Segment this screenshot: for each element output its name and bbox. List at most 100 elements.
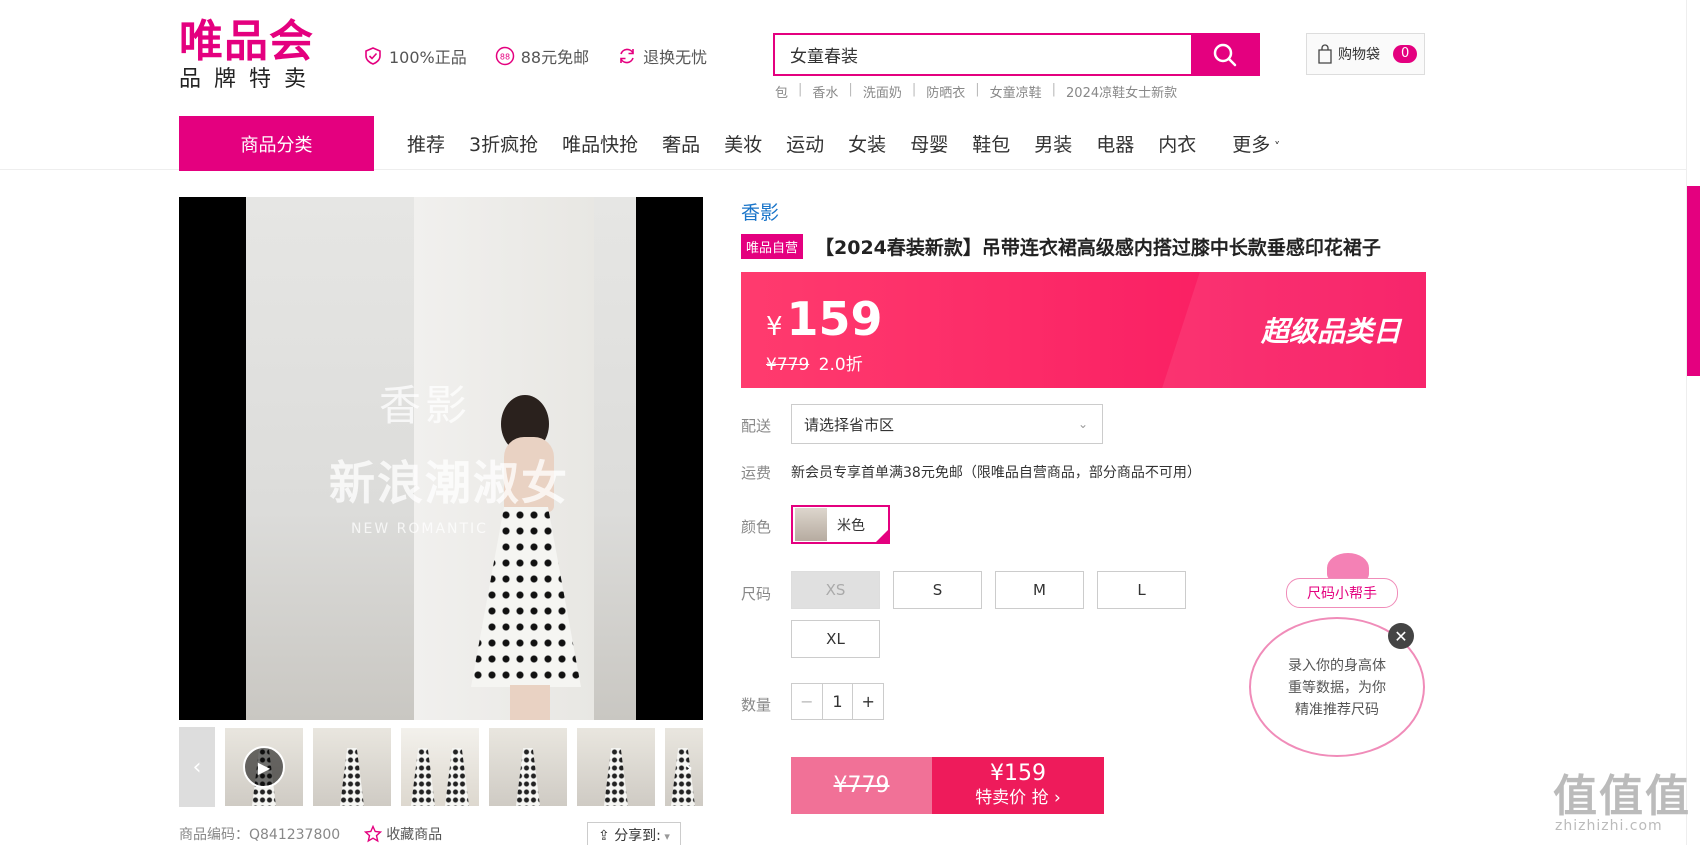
buy-price: ¥159 xyxy=(990,760,1046,786)
nav-item-flash-30[interactable]: 3折疯抢 xyxy=(469,130,538,157)
shopping-bag-icon xyxy=(1318,44,1332,64)
promise-free-shipping[interactable]: 88 88元免邮 xyxy=(495,44,589,68)
chevron-right-icon[interactable]: › xyxy=(684,756,693,781)
thumbnail-strip: ‹ ▶ › xyxy=(179,727,703,807)
share-dropdown[interactable]: ⇪ 分享到: ▾ xyxy=(587,822,681,845)
thumb-dress xyxy=(411,748,435,806)
nav-item-underwear[interactable]: 内衣 xyxy=(1158,130,1196,157)
price-banner: ¥ 159 ¥779 2.0折 超级品类日 xyxy=(741,272,1426,388)
size-helper-text-line: 录入你的身高体 xyxy=(1288,658,1386,674)
search-icon xyxy=(1213,43,1236,66)
freight-label: 运费 xyxy=(741,464,772,482)
nav-item-quick-grab[interactable]: 唯品快抢 xyxy=(562,130,638,157)
size-option-m[interactable]: M xyxy=(995,571,1084,609)
hot-word[interactable]: 洗面奶 xyxy=(863,82,902,101)
quantity-value[interactable]: 1 xyxy=(823,684,853,719)
buy-now-button[interactable]: ¥159 特卖价 抢 › xyxy=(932,757,1104,814)
size-option-s[interactable]: S xyxy=(893,571,982,609)
nav-item-sports[interactable]: 运动 xyxy=(786,130,824,157)
buy-original-price-text: ¥779 xyxy=(833,773,890,798)
nav-item-recommend[interactable]: 推荐 xyxy=(407,130,445,157)
search-box xyxy=(773,33,1260,76)
thumbnail[interactable] xyxy=(577,728,655,806)
size-helper-text-line: 精准推荐尺码 xyxy=(1295,702,1379,718)
price-value: 159 xyxy=(786,292,883,346)
search-button[interactable] xyxy=(1191,35,1258,74)
chevron-down-icon: ˅ xyxy=(1270,140,1281,154)
svg-text:88: 88 xyxy=(500,53,510,62)
self-operated-badge: 唯品自营 xyxy=(741,234,804,259)
product-title: 【2024春装新款】吊带连衣裙高级感内搭过膝中长款垂感印花裙子 xyxy=(815,237,1381,259)
size-helper-button[interactable]: 尺码小帮手 xyxy=(1286,578,1398,608)
sidebar-cart-tab[interactable] xyxy=(1687,186,1700,376)
thumbnail[interactable] xyxy=(489,728,567,806)
thumbnail[interactable] xyxy=(313,728,391,806)
hot-word[interactable]: 香水 xyxy=(812,82,838,101)
region-select-value: 请选择省市区 xyxy=(804,415,895,434)
hot-word[interactable]: 女童凉鞋 xyxy=(990,82,1042,101)
thumbnail-video[interactable]: ▶ xyxy=(225,728,303,806)
star-icon xyxy=(364,825,383,843)
brand-link[interactable]: 香影 xyxy=(741,198,779,225)
hot-word[interactable]: 防晒衣 xyxy=(926,82,965,101)
nav-items: 推荐 3折疯抢 唯品快抢 奢品 美妆 运动 女装 母婴 鞋包 男装 电器 内衣 … xyxy=(407,130,1304,157)
share-icon: ⇪ xyxy=(598,828,615,844)
nav-item-shoes-bags[interactable]: 鞋包 xyxy=(972,130,1010,157)
hot-word[interactable]: 包 xyxy=(775,82,788,101)
favorite-button[interactable]: 收藏商品 xyxy=(364,824,442,844)
image-watermark-english: NEW ROMANTIC xyxy=(351,521,488,537)
logo-sub-text: 品牌特卖 xyxy=(179,67,320,92)
chevron-down-icon: ▾ xyxy=(660,830,670,843)
nav-item-men[interactable]: 男装 xyxy=(1034,130,1072,157)
color-swatch xyxy=(795,508,827,541)
nav-item-women[interactable]: 女装 xyxy=(848,130,886,157)
quantity-decrease-button[interactable]: − xyxy=(792,684,823,719)
cart-label: 购物袋 xyxy=(1338,47,1380,63)
promise-authentic[interactable]: 100%正品 xyxy=(363,44,467,68)
hot-word[interactable]: 2024凉鞋女士新款 xyxy=(1066,82,1177,101)
currency-symbol: ¥ xyxy=(766,312,783,342)
chevron-right-icon: › xyxy=(1048,787,1061,808)
chevron-down-icon: ⌄ xyxy=(1077,417,1088,431)
category-menu-button[interactable]: 商品分类 xyxy=(179,116,374,171)
nav-item-baby[interactable]: 母婴 xyxy=(910,130,948,157)
size-label: 尺码 xyxy=(741,585,772,603)
favorite-label: 收藏商品 xyxy=(386,827,443,843)
size-option-l[interactable]: L xyxy=(1097,571,1186,609)
region-select[interactable]: 请选择省市区 ⌄ xyxy=(791,404,1103,444)
buy-original-price: ¥779 xyxy=(791,757,932,814)
thumb-dress xyxy=(340,748,364,806)
main-product-image[interactable]: 香影 新浪潮淑女 NEW ROMANTIC xyxy=(179,197,703,720)
nav-item-beauty[interactable]: 美妆 xyxy=(724,130,762,157)
site-header: 唯品会 品牌特卖 100%正品 88 88元免邮 退换无忧 包| xyxy=(0,0,1700,171)
color-option-selected[interactable]: 米色 xyxy=(791,505,890,544)
site-watermark-url: zhizhizhi.com xyxy=(1555,818,1663,834)
thumb-prev-button[interactable]: ‹ xyxy=(179,727,215,807)
buy-action-label: 特卖价 抢 xyxy=(975,787,1049,808)
promise-label: 88元免邮 xyxy=(520,48,590,67)
nav-item-appliances[interactable]: 电器 xyxy=(1096,130,1134,157)
site-logo[interactable]: 唯品会 品牌特卖 xyxy=(179,18,334,94)
close-icon[interactable]: ✕ xyxy=(1388,623,1414,649)
promise-easy-return[interactable]: 退换无忧 xyxy=(617,44,707,68)
image-watermark-slogan: 新浪潮淑女 xyxy=(329,456,569,510)
nav-item-more[interactable]: 更多 ˅ xyxy=(1232,130,1280,157)
play-icon: ▶ xyxy=(243,746,285,788)
original-price-row: ¥779 2.0折 xyxy=(766,350,863,375)
cart-count-badge: 0 xyxy=(1393,45,1418,63)
search-input[interactable] xyxy=(775,35,1191,74)
thumbnail[interactable] xyxy=(401,728,479,806)
color-name: 米色 xyxy=(837,517,865,534)
size-option-xl[interactable]: XL xyxy=(791,620,880,658)
cart-button[interactable]: 购物袋 0 xyxy=(1306,33,1425,75)
promise-label: 退换无忧 xyxy=(643,48,708,67)
thumbnail[interactable]: › xyxy=(665,728,703,806)
nav-item-luxury[interactable]: 奢品 xyxy=(662,130,700,157)
selected-check-icon xyxy=(875,529,889,543)
size-option-xs[interactable]: XS xyxy=(791,571,880,609)
sale-price: ¥ 159 xyxy=(766,292,883,346)
original-price: ¥779 xyxy=(766,355,810,375)
quantity-increase-button[interactable]: + xyxy=(852,684,883,719)
service-promises: 100%正品 88 88元免邮 退换无忧 xyxy=(363,44,707,68)
title-row: 唯品自营 【2024春装新款】吊带连衣裙高级感内搭过膝中长款垂感印花裙子 xyxy=(741,233,1381,260)
